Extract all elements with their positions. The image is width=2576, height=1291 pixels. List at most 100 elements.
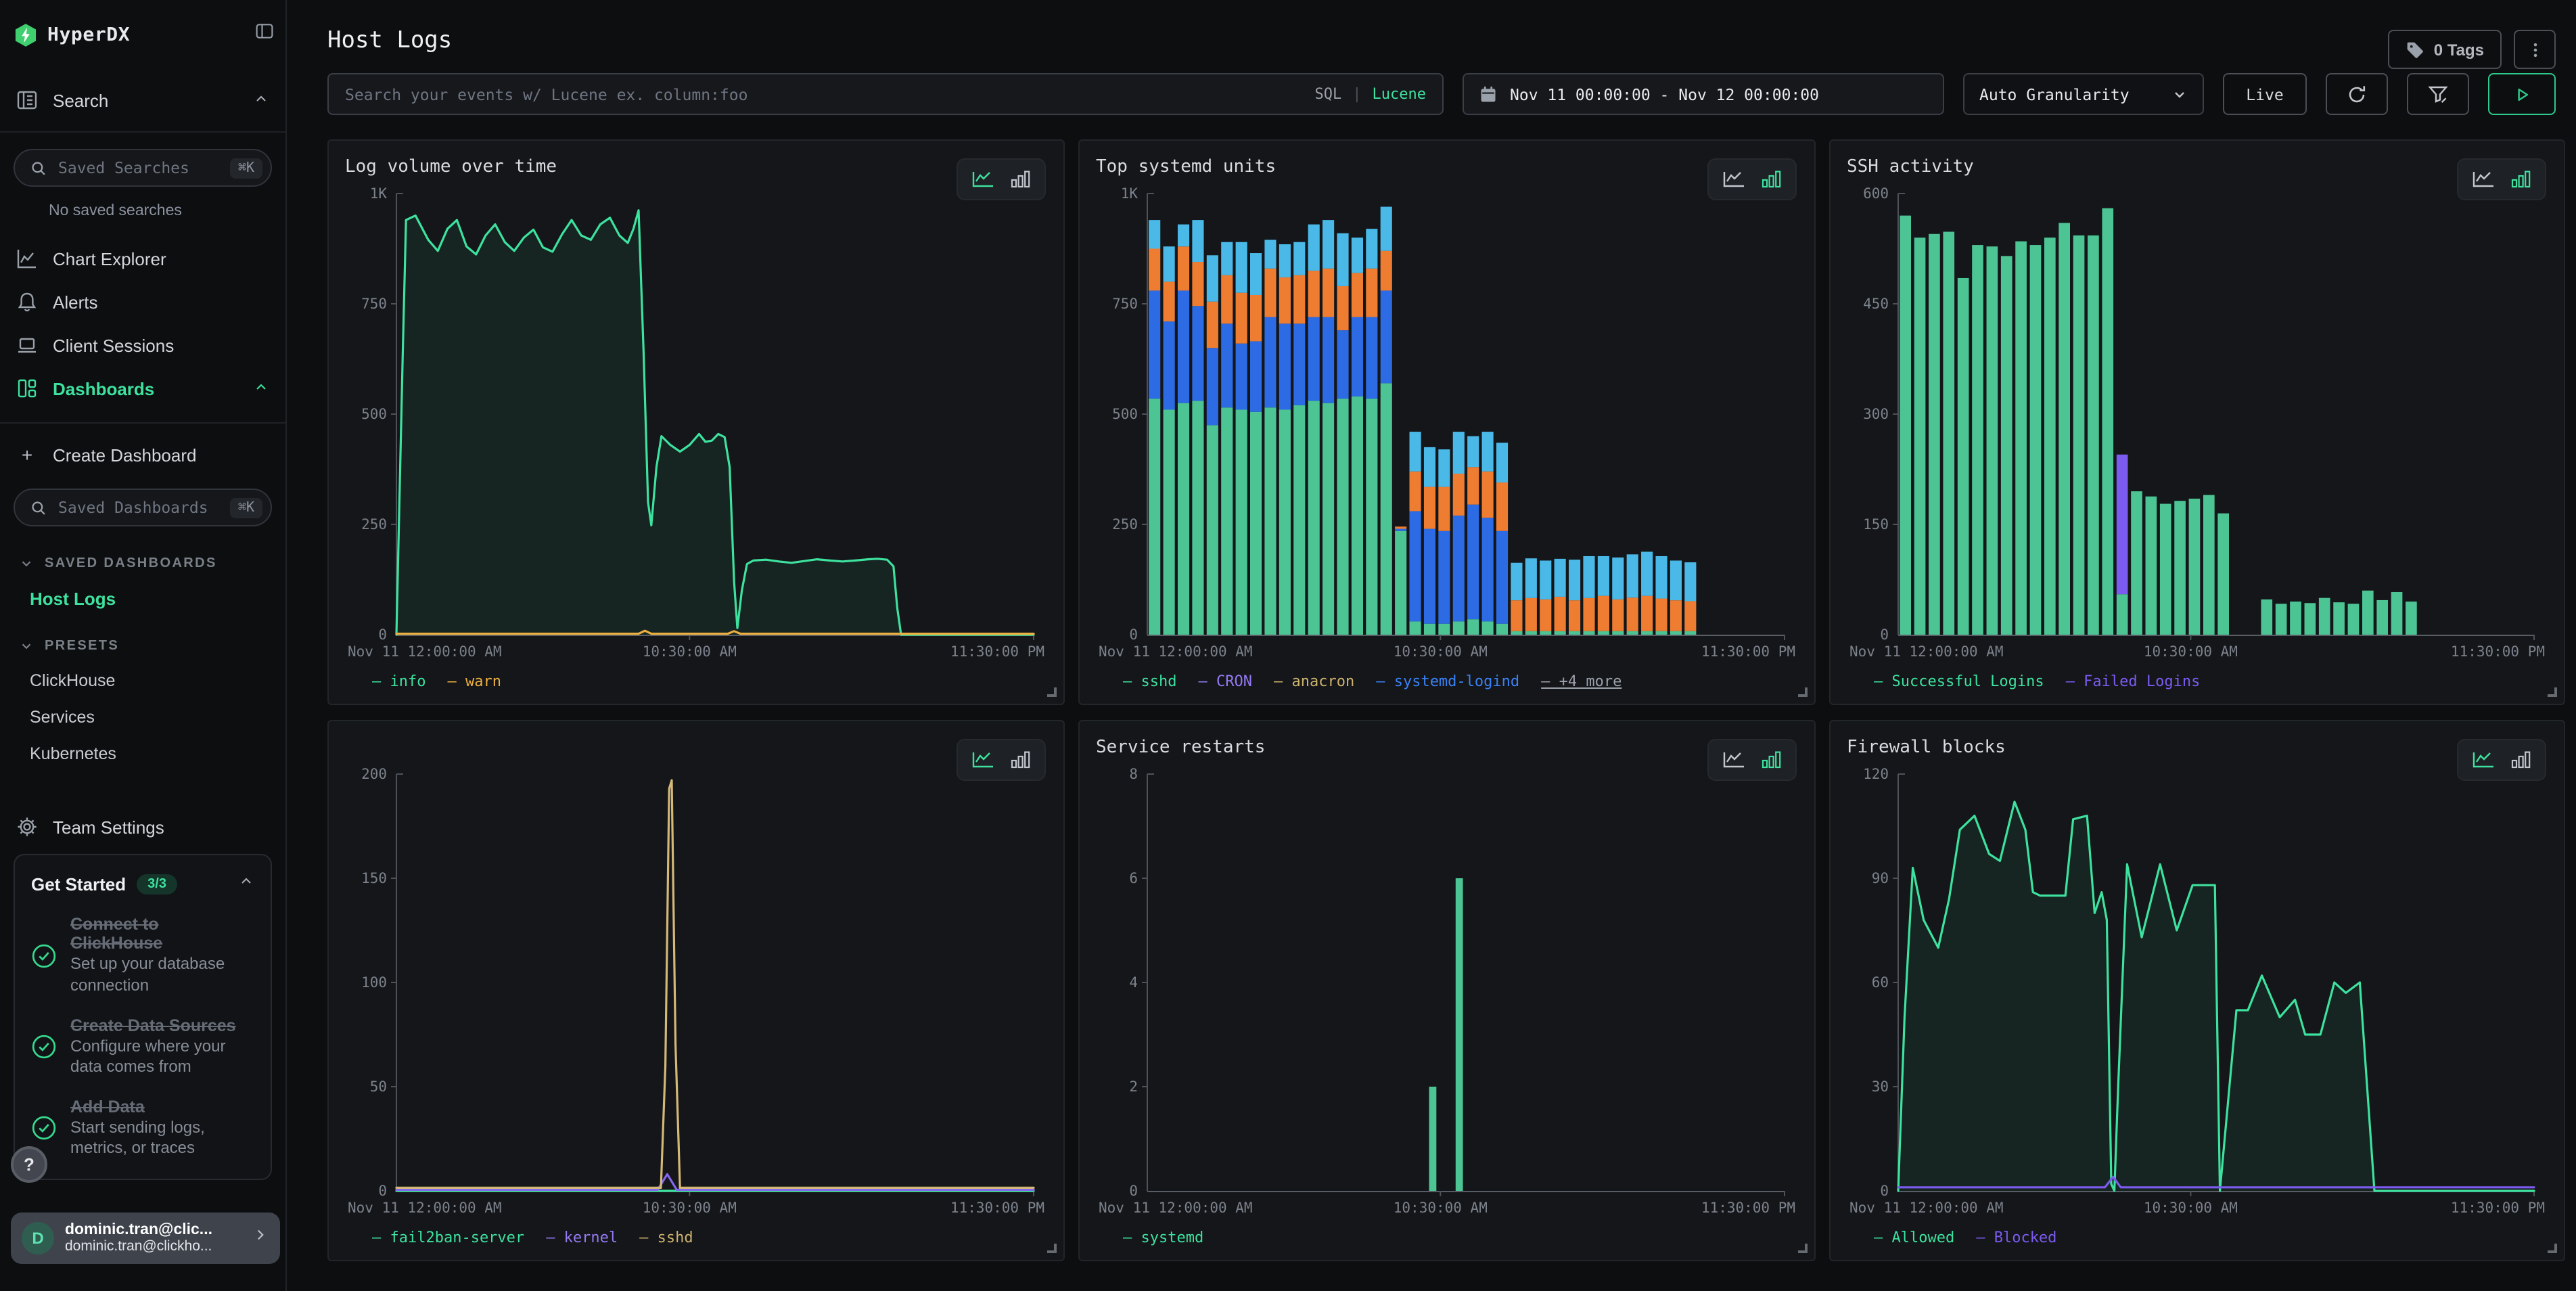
legend-item[interactable]: — anacron	[1274, 672, 1354, 689]
bar-chart-icon[interactable]	[1762, 171, 1782, 188]
dashboard-item-host-logs[interactable]: Host Logs	[0, 589, 285, 609]
line-chart-icon[interactable]	[971, 751, 994, 769]
saved-searches-input[interactable]: Saved Searches ⌘K	[14, 149, 272, 187]
chart-legend[interactable]: — systemd	[1096, 1219, 1798, 1254]
legend-item[interactable]: — CRON	[1199, 672, 1253, 689]
brand-name: HyperDX	[47, 24, 130, 45]
line-chart-icon[interactable]	[1722, 171, 1745, 188]
preset-item-kubernetes[interactable]: Kubernetes	[0, 744, 285, 763]
chart-plot[interactable]: 1K7505002500Nov 11 12:00:00 AM10:30:00 A…	[345, 181, 1047, 663]
chart-type-toggle[interactable]	[2457, 739, 2546, 781]
chart-title: Log volume over time	[345, 157, 557, 177]
kebab-menu-button[interactable]	[2514, 30, 2556, 69]
preset-item-services[interactable]: Services	[0, 708, 285, 727]
granularity-select[interactable]: Auto Granularity	[1963, 73, 2204, 115]
chevron-down-icon	[19, 556, 34, 571]
chart-legend[interactable]: — Successful Logins — Failed Logins	[1847, 663, 2548, 698]
run-query-button[interactable]	[2488, 73, 2556, 115]
refresh-button[interactable]	[2326, 73, 2388, 115]
legend-item[interactable]: — Blocked	[1976, 1228, 2056, 1246]
query-language-toggle[interactable]: SQL | Lucene	[1315, 85, 1427, 103]
chart-legend[interactable]: — Allowed — Blocked	[1847, 1219, 2548, 1254]
lucene-toggle[interactable]: Lucene	[1373, 85, 1427, 103]
filter-button[interactable]	[2407, 73, 2469, 115]
legend-item[interactable]: — systemd	[1123, 1228, 1203, 1246]
bar-chart-icon[interactable]	[2511, 751, 2531, 769]
preset-item-clickhouse[interactable]: ClickHouse	[0, 671, 285, 690]
bar-chart-icon[interactable]	[2511, 171, 2531, 188]
get-started-item[interactable]: Create Data Sources Configure where your…	[31, 1016, 254, 1078]
search-icon	[30, 159, 47, 177]
chart-plot[interactable]: 1209060300Nov 11 12:00:00 AM10:30:00 AM1…	[1847, 762, 2548, 1219]
chart-type-toggle[interactable]	[1707, 739, 1797, 781]
sidebar-item-alerts[interactable]: Alerts	[0, 284, 285, 319]
chart-plot[interactable]: 200150100500Nov 11 12:00:00 AM10:30:00 A…	[345, 762, 1047, 1219]
legend-item[interactable]: — fail2ban-server	[372, 1228, 524, 1246]
check-circle-icon	[31, 1116, 57, 1141]
legend-item[interactable]: — Allowed	[1874, 1228, 1954, 1246]
section-label: SAVED DASHBOARDS	[45, 556, 217, 571]
sidebar-collapse-icon[interactable]	[254, 22, 275, 47]
chart-type-toggle[interactable]	[957, 739, 1046, 781]
chart-plot[interactable]: 86420Nov 11 12:00:00 AM10:30:00 AM11:30:…	[1096, 762, 1798, 1219]
sidebar-item-search[interactable]: Search	[0, 83, 285, 118]
line-chart-icon[interactable]	[1722, 751, 1745, 769]
date-range-picker[interactable]: Nov 11 00:00:00 - Nov 12 00:00:00	[1463, 73, 1944, 115]
legend-item[interactable]: — +4 more	[1541, 672, 1622, 689]
tags-button[interactable]: 0 Tags	[2388, 30, 2502, 69]
chart-legend[interactable]: — sshd — CRON — anacron — systemd-logind — +…	[1096, 663, 1798, 698]
chart-legend[interactable]: — fail2ban-server — kernel — sshd	[345, 1219, 1047, 1254]
svg-text:4: 4	[1129, 974, 1138, 991]
get-started-item[interactable]: Add Data Start sending logs, metrics, or…	[31, 1097, 254, 1160]
svg-text:1K: 1K	[370, 185, 388, 202]
user-profile-card[interactable]: D dominic.tran@clic... dominic.tran@clic…	[11, 1213, 280, 1264]
line-chart-icon[interactable]	[971, 171, 994, 188]
bar-chart-icon[interactable]	[1762, 751, 1782, 769]
chart-legend[interactable]: — info — warn	[345, 663, 1047, 698]
sidebar-item-team-settings[interactable]: Team Settings	[0, 809, 285, 844]
event-search-box[interactable]: SQL | Lucene	[327, 73, 1444, 115]
resize-handle[interactable]	[1798, 1244, 1808, 1253]
get-started-item[interactable]: Connect to ClickHouse Set up your databa…	[31, 915, 254, 997]
bar-chart-icon[interactable]	[1011, 751, 1031, 769]
sidebar-item-dashboards[interactable]: Dashboards	[0, 371, 285, 406]
resize-handle[interactable]	[1047, 687, 1057, 697]
line-chart-icon[interactable]	[2472, 751, 2495, 769]
legend-item[interactable]: — info	[372, 672, 426, 689]
dashboard-grid: Log volume over time 1K7505002500Nov 11 …	[327, 139, 2565, 1261]
resize-handle[interactable]	[2548, 687, 2557, 697]
help-button[interactable]: ?	[11, 1146, 47, 1183]
resize-handle[interactable]	[2548, 1244, 2557, 1253]
chart-plot[interactable]: 6004503001500Nov 11 12:00:00 AM10:30:00 …	[1847, 181, 2548, 663]
saved-dashboards-section-header[interactable]: SAVED DASHBOARDS	[0, 556, 285, 571]
bar-chart-icon[interactable]	[1011, 171, 1031, 188]
sidebar-item-chart-explorer[interactable]: Chart Explorer	[0, 241, 285, 276]
legend-item[interactable]: — kernel	[546, 1228, 618, 1246]
svg-text:Nov 11 12:00:00 AM: Nov 11 12:00:00 AM	[1849, 643, 2004, 660]
line-chart-icon[interactable]	[2472, 171, 2495, 188]
resize-handle[interactable]	[1798, 687, 1808, 697]
chart-type-toggle[interactable]	[1707, 158, 1797, 200]
presets-section-header[interactable]: PRESETS	[0, 639, 285, 654]
create-dashboard-button[interactable]: + Create Dashboard	[0, 437, 285, 472]
chevron-down-icon	[19, 639, 34, 654]
chart-panel-log-volume: Log volume over time 1K7505002500Nov 11 …	[327, 139, 1065, 705]
legend-item[interactable]: — sshd	[1123, 672, 1177, 689]
live-button[interactable]: Live	[2223, 73, 2307, 115]
chart-plot[interactable]: 1K7505002500Nov 11 12:00:00 AM10:30:00 A…	[1096, 181, 1798, 663]
legend-item[interactable]: — sshd	[639, 1228, 693, 1246]
legend-item[interactable]: — warn	[448, 672, 502, 689]
chart-type-toggle[interactable]	[957, 158, 1046, 200]
chart-type-toggle[interactable]	[2457, 158, 2546, 200]
sidebar-item-client-sessions[interactable]: Client Sessions	[0, 327, 285, 363]
legend-item[interactable]: — systemd-logind	[1376, 672, 1519, 689]
get-started-header[interactable]: Get Started 3/3	[31, 872, 254, 897]
chart-panel-service-restarts: Service restarts 86420Nov 11 12:00:00 AM…	[1078, 720, 1816, 1261]
sql-toggle[interactable]: SQL	[1315, 85, 1342, 103]
event-search-input[interactable]	[345, 85, 1302, 104]
legend-item[interactable]: — Successful Logins	[1874, 672, 2044, 689]
saved-dashboards-input[interactable]: Saved Dashboards ⌘K	[14, 489, 272, 526]
saved-searches-placeholder: Saved Searches	[58, 158, 189, 177]
legend-item[interactable]: — Failed Logins	[2066, 672, 2201, 689]
resize-handle[interactable]	[1047, 1244, 1057, 1253]
